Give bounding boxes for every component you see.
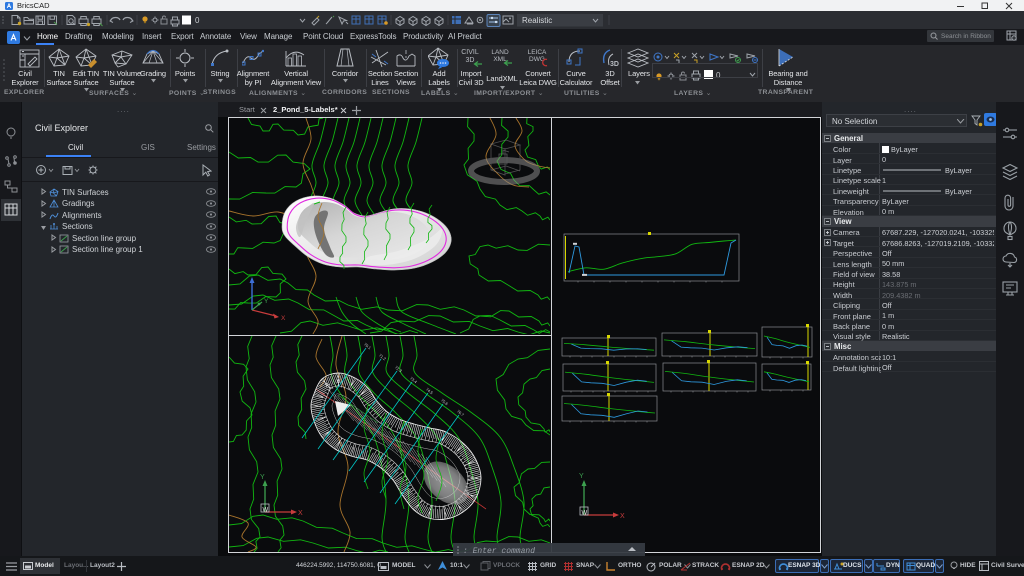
svg-text:X: X [620,513,625,520]
svg-text:Realistic: Realistic [522,16,552,25]
svg-text:Y: Y [260,474,265,481]
svg-text:W: W [582,511,588,517]
svg-text:W: W [263,508,269,514]
svg-text:X: X [298,510,303,517]
svg-text:3D: 3D [610,61,619,68]
svg-text:Y: Y [579,473,584,480]
svg-text:: Enter command: : Enter command [463,547,535,556]
svg-text:0: 0 [195,16,200,25]
svg-text:Y: Y [264,298,269,305]
svg-text:X: X [281,315,286,322]
